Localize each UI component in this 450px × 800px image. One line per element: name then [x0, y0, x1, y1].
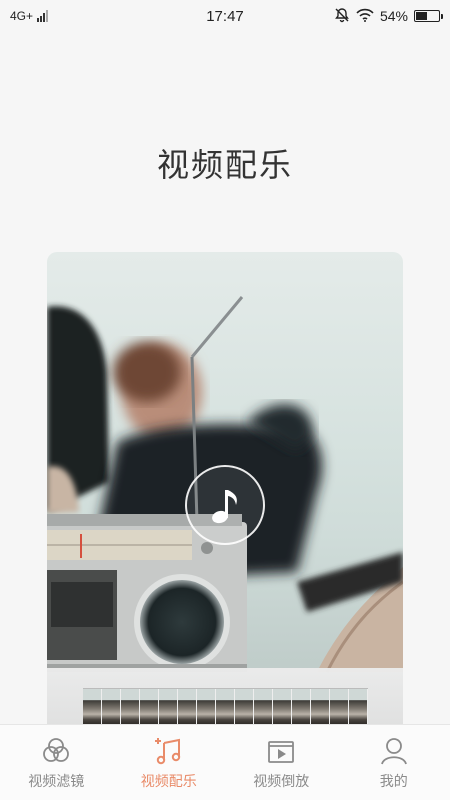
- tab-mine[interactable]: 我的: [338, 725, 450, 800]
- video-frame-thumbnail: [292, 689, 311, 724]
- alarm-off-icon: [334, 7, 350, 26]
- video-frame-thumbnail: [197, 689, 216, 724]
- video-play-icon: [268, 740, 295, 763]
- battery-icon: [414, 10, 443, 22]
- music-note-icon: [212, 490, 237, 524]
- tab-label-video-filter: 视频滤镜: [28, 772, 85, 789]
- video-frame-thumbnail: [349, 689, 368, 724]
- status-right: 54%: [334, 7, 443, 26]
- filmstrip-panel: [47, 668, 403, 724]
- video-frame-thumbnail: [235, 689, 254, 724]
- video-frame-thumbnail: [121, 689, 140, 724]
- video-frame-thumbnail: [254, 689, 273, 724]
- page-title: 视频配乐: [156, 147, 293, 183]
- tab-video-filter[interactable]: 视频滤镜: [0, 725, 113, 800]
- music-note-icon: [154, 737, 180, 764]
- video-frame-thumbnail: [273, 689, 292, 724]
- tab-label-video-music: 视频配乐: [140, 772, 197, 789]
- video-frame-thumbnail: [140, 689, 159, 724]
- add-music-button[interactable]: [185, 465, 265, 545]
- video-frame-thumbnail: [178, 689, 197, 724]
- network-type: 4G+: [10, 9, 34, 23]
- tab-label-mine: 我的: [379, 772, 408, 789]
- wifi-icon: [356, 8, 374, 25]
- status-bar: 4G+ 17:47 54%: [0, 0, 450, 32]
- signal-strength-icon: [37, 10, 49, 22]
- bottom-tab-bar: 视频滤镜 视频配乐 视频倒放 我的: [0, 724, 450, 800]
- filter-circles-icon: [43, 737, 70, 762]
- video-frame-thumbnail: [159, 689, 178, 724]
- tab-video-reverse[interactable]: 视频倒放: [225, 725, 338, 800]
- battery-percentage: 54%: [379, 8, 408, 24]
- user-icon: [380, 737, 407, 764]
- video-frame-thumbnail: [102, 689, 121, 724]
- tab-video-music[interactable]: 视频配乐: [113, 725, 226, 800]
- video-frame-thumbnail: [83, 689, 102, 724]
- tab-label-video-reverse: 视频倒放: [253, 772, 310, 789]
- video-frames-strip[interactable]: [83, 688, 368, 724]
- video-frame-thumbnail: [311, 689, 330, 724]
- video-frame-thumbnail: [216, 689, 235, 724]
- battery-fill: [416, 12, 428, 20]
- video-frame-thumbnail: [330, 689, 349, 724]
- status-left: 4G+: [10, 9, 49, 23]
